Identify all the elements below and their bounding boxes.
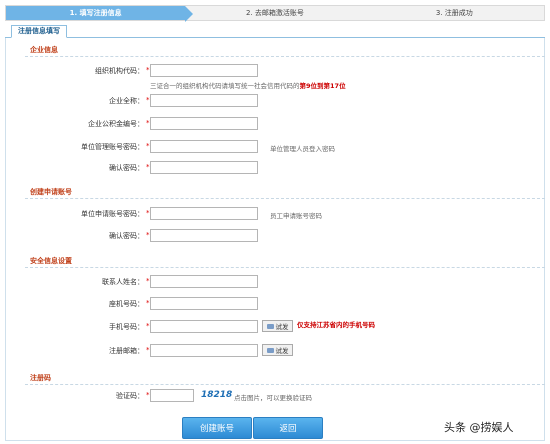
required-mark: * <box>146 277 150 285</box>
section-divider <box>25 384 545 385</box>
mobile-label: 手机号码： <box>109 323 144 331</box>
confirm-pwd2-input[interactable] <box>150 229 258 242</box>
section-divider <box>25 198 545 199</box>
apply-pwd-hint: 员工申请账号密码 <box>270 212 322 220</box>
company-name-row: 企业全称： * <box>0 94 550 107</box>
fund-no-row: 企业公积金编号： * <box>0 117 550 130</box>
step-2: 2. 去邮箱激活账号 <box>246 9 304 17</box>
mobile-hint: 仅支持江苏省内的手机号码 <box>297 321 375 329</box>
section-security-title: 安全信息设置 <box>30 257 72 265</box>
section-register-title: 注册码 <box>30 374 51 382</box>
step-3: 3. 注册成功 <box>435 9 473 17</box>
required-mark: * <box>146 66 150 74</box>
apply-pwd-row: 单位申请账号密码： * 员工申请账号密码 <box>0 207 550 220</box>
landline-row: 座机号码： * <box>0 297 550 310</box>
landline-input[interactable] <box>150 297 258 310</box>
email-input[interactable] <box>150 344 258 357</box>
org-code-label: 组织机构代码： <box>95 67 144 75</box>
admin-pwd-row: 单位管理账号密码： * 单位管理人员登入密码 <box>0 140 550 153</box>
required-mark: * <box>146 209 150 217</box>
step-1: 1. 填写注册信息 <box>6 6 194 22</box>
required-mark: * <box>146 299 150 307</box>
contact-name-input[interactable] <box>150 275 258 288</box>
envelope-icon <box>266 347 274 353</box>
landline-label: 座机号码： <box>109 300 144 308</box>
org-code-input[interactable] <box>150 64 258 77</box>
confirm-pwd2-row: 确认密码： * <box>0 229 550 242</box>
email-label: 注册邮箱： <box>109 347 144 355</box>
captcha-hint: 点击图片，可以更换验证码 <box>234 394 312 402</box>
watermark: 头条 @捞娱人 <box>444 421 514 434</box>
required-mark: * <box>146 96 150 104</box>
captcha-image[interactable]: 18218 <box>201 390 232 400</box>
org-code-hint-highlight: 第9位到第17位 <box>299 82 346 90</box>
required-mark: * <box>146 163 150 171</box>
apply-pwd-input[interactable] <box>150 207 258 220</box>
admin-pwd-input[interactable] <box>150 140 258 153</box>
step-progress-bar: 1. 填写注册信息 2. 去邮箱激活账号 3. 注册成功 <box>5 5 545 22</box>
try-button-label: 试发 <box>275 323 289 331</box>
section-divider <box>25 267 545 268</box>
captcha-row: 验证码： * 18218 点击图片，可以更换验证码 <box>0 389 550 402</box>
company-name-input[interactable] <box>150 94 258 107</box>
back-button[interactable]: 返回 <box>253 417 323 439</box>
mobile-input[interactable] <box>150 320 258 333</box>
required-mark: * <box>146 322 150 330</box>
try-button-label: 试发 <box>275 347 289 355</box>
email-try-button[interactable]: 试发 <box>262 344 293 356</box>
tab-bar: 注册信息填写 <box>5 25 545 38</box>
section-account-title: 创建申请账号 <box>30 188 72 196</box>
required-mark: * <box>146 346 150 354</box>
confirm-pwd-input[interactable] <box>150 161 258 174</box>
org-code-row: 组织机构代码： * <box>0 64 550 77</box>
tab-registration-info[interactable]: 注册信息填写 <box>11 25 67 38</box>
org-code-hint: 三证合一的组织机构代码请填写统一社会信用代码的第9位到第17位 <box>150 80 346 90</box>
admin-pwd-hint: 单位管理人员登入密码 <box>270 145 335 153</box>
captcha-label: 验证码： <box>116 392 144 400</box>
required-mark: * <box>146 391 150 399</box>
admin-pwd-label: 单位管理账号密码： <box>81 143 144 151</box>
org-code-hint-text: 三证合一的组织机构代码请填写统一社会信用代码的 <box>150 82 300 90</box>
fund-no-label: 企业公积金编号： <box>88 120 144 128</box>
section-company-title: 企业信息 <box>30 46 58 54</box>
required-mark: * <box>146 142 150 150</box>
required-mark: * <box>146 119 150 127</box>
required-mark: * <box>146 231 150 239</box>
company-name-label: 企业全称： <box>109 97 144 105</box>
contact-name-label: 联系人姓名： <box>102 278 144 286</box>
apply-pwd-label: 单位申请账号密码： <box>81 210 144 218</box>
create-account-button[interactable]: 创建账号 <box>182 417 252 439</box>
fund-no-input[interactable] <box>150 117 258 130</box>
confirm-pwd-row: 确认密码： * <box>0 161 550 174</box>
mobile-row: 手机号码： * 试发 仅支持江苏省内的手机号码 <box>0 320 550 333</box>
contact-name-row: 联系人姓名： * <box>0 275 550 288</box>
email-row: 注册邮箱： * 试发 <box>0 344 550 357</box>
envelope-icon <box>266 323 274 329</box>
section-divider <box>25 56 545 57</box>
mobile-try-button[interactable]: 试发 <box>262 320 293 332</box>
confirm-pwd2-label: 确认密码： <box>109 232 144 240</box>
captcha-input[interactable] <box>150 389 194 402</box>
confirm-pwd-label: 确认密码： <box>109 164 144 172</box>
